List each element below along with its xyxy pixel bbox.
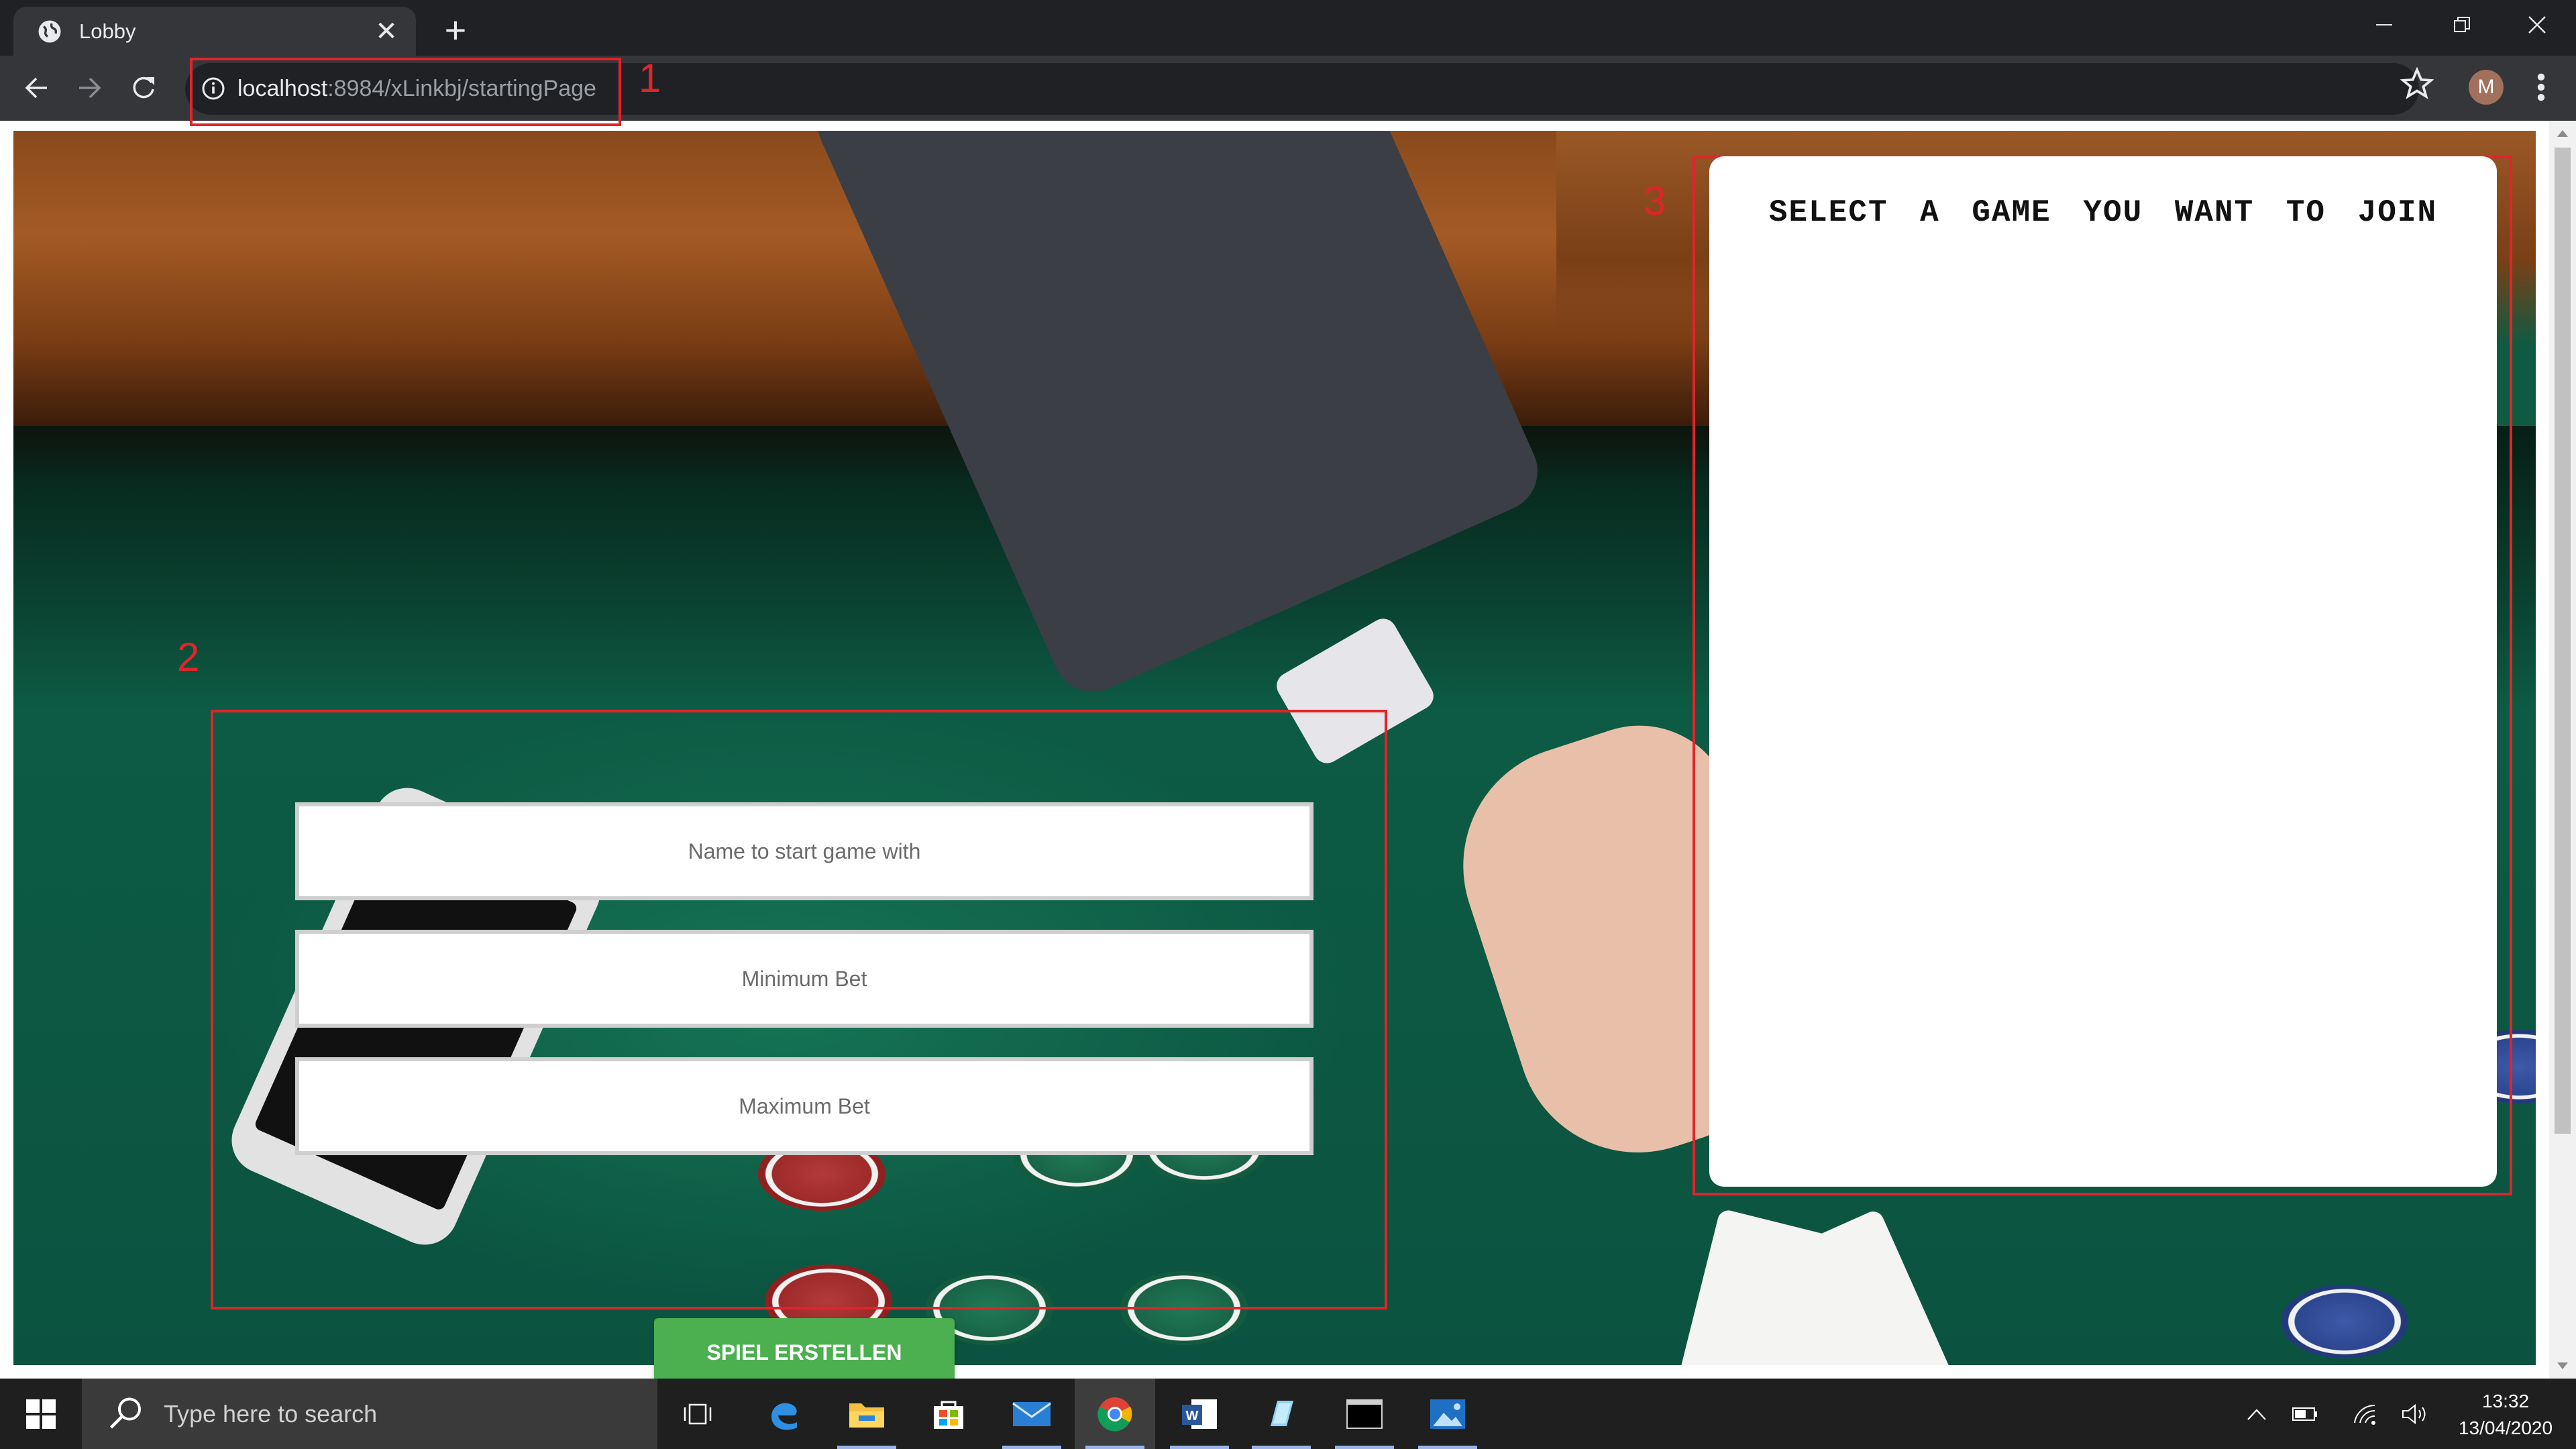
wifi-icon [2354, 1404, 2375, 1425]
create-game-button[interactable]: SPIEL ERSTELLEN [654, 1318, 955, 1387]
edge-button[interactable] [743, 1379, 824, 1449]
file-explorer-button[interactable] [826, 1379, 907, 1449]
chrome-button[interactable] [1075, 1379, 1155, 1449]
mail-button[interactable] [991, 1379, 1072, 1449]
globe-icon [38, 20, 61, 42]
maximum-bet-input[interactable]: Maximum Bet [295, 1057, 1313, 1155]
forward-button[interactable] [71, 69, 109, 107]
search-placeholder: Type here to search [164, 1399, 378, 1428]
annotation-label-3: 3 [1644, 178, 1666, 223]
app-running-indicator [1252, 1446, 1311, 1449]
photos-icon [1430, 1399, 1465, 1429]
back-arrow-icon [25, 77, 47, 99]
volume-control[interactable] [2395, 1379, 2435, 1449]
windows-logo-icon [26, 1399, 56, 1429]
bookmark-star-icon[interactable] [2400, 67, 2434, 101]
app-icon [1271, 1400, 1293, 1426]
tab-lobby[interactable]: Lobby ✕ [13, 7, 416, 56]
task-view-icon [684, 1403, 712, 1424]
annotation-box-1 [190, 58, 621, 126]
taskbar-search-box[interactable]: Type here to search [82, 1379, 657, 1449]
menu-kebab-icon[interactable] [2529, 70, 2553, 105]
file-explorer-icon [849, 1403, 884, 1428]
close-icon [2528, 15, 2546, 34]
restore-button[interactable] [2423, 0, 2501, 49]
battery-icon [2292, 1407, 2317, 1421]
terminal-button[interactable] [1324, 1379, 1405, 1449]
scroll-up-icon[interactable] [2557, 130, 2568, 137]
store-icon [934, 1401, 963, 1429]
tab-title: Lobby [79, 19, 136, 43]
terminal-running-indicator [1335, 1446, 1394, 1449]
page-scrollbar[interactable] [2549, 121, 2576, 1379]
show-hidden-icons-button[interactable] [2238, 1379, 2275, 1449]
clock-date: 13/04/2020 [2458, 1417, 2553, 1438]
profile-avatar[interactable]: M [2469, 70, 2504, 105]
photos-running-indicator [1418, 1446, 1477, 1449]
chrome-running-indicator [1085, 1446, 1144, 1449]
photos-button[interactable] [1407, 1379, 1488, 1449]
minimum-bet-input[interactable]: Minimum Bet [295, 930, 1313, 1028]
taskbar-clock[interactable]: 13:32 13/04/2020 [2442, 1388, 2569, 1442]
back-button[interactable] [17, 69, 55, 107]
annotation-label-2: 2 [177, 635, 200, 680]
reload-button[interactable] [125, 69, 162, 107]
chrome-icon [1097, 1397, 1132, 1432]
mail-icon [1012, 1401, 1051, 1426]
clock-time: 13:32 [2481, 1391, 2530, 1411]
battery-status[interactable] [2285, 1379, 2325, 1449]
game-name-input[interactable]: Name to start game with [295, 802, 1313, 900]
page-viewport: 2 Name to start game with Minimum Bet Ma… [0, 121, 2549, 1387]
mail-running-indicator [1002, 1446, 1061, 1449]
reload-icon [133, 76, 154, 99]
tab-close-icon[interactable]: ✕ [373, 18, 400, 45]
app-button[interactable] [1241, 1379, 1322, 1449]
restore-icon [2454, 16, 2470, 32]
annotation-label-1: 1 [639, 56, 661, 101]
word-button[interactable]: W [1159, 1379, 1240, 1449]
minimize-button[interactable] [2345, 0, 2423, 49]
close-window-button[interactable] [2498, 0, 2576, 49]
tab-strip: Lobby ✕ + [0, 0, 2576, 56]
windows-taskbar: Type here to search W 13:32 13/04/2020 [0, 1379, 2576, 1449]
scrollbar-thumb[interactable] [2555, 148, 2571, 1134]
word-running-indicator [1170, 1446, 1229, 1449]
minimize-icon [2376, 23, 2392, 25]
speaker-icon [2402, 1403, 2426, 1424]
scroll-down-icon[interactable] [2557, 1362, 2568, 1369]
search-icon [109, 1397, 141, 1429]
file-explorer-running-indicator [837, 1446, 896, 1449]
word-icon: W [1182, 1399, 1217, 1429]
start-button[interactable] [0, 1379, 82, 1449]
chevron-up-icon [2247, 1408, 2266, 1420]
forward-arrow-icon [79, 77, 101, 99]
store-button[interactable] [908, 1379, 989, 1449]
svg-text:W: W [1186, 1409, 1199, 1424]
new-tab-button[interactable]: + [437, 11, 474, 49]
edge-icon [771, 1403, 797, 1430]
network-status[interactable] [2345, 1379, 2385, 1449]
chip-blue [2281, 1285, 2408, 1358]
terminal-icon [1346, 1399, 1383, 1429]
game-list-title: SELECT A GAME YOU WANT TO JOIN [1768, 195, 2438, 230]
game-list-panel: SELECT A GAME YOU WANT TO JOIN [1709, 156, 2497, 1187]
task-view-button[interactable] [657, 1379, 738, 1449]
